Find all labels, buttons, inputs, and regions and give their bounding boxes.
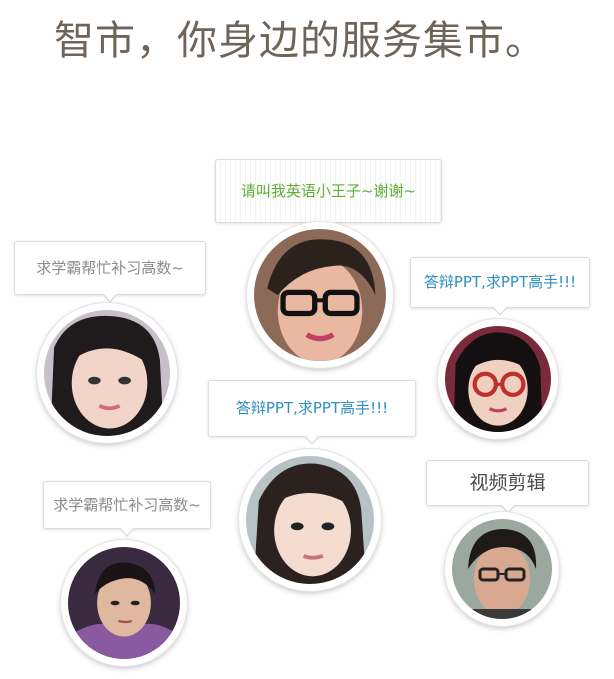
request-text: 答辩PPT,求PPT高手!!!	[423, 273, 577, 291]
page-headline: 智市，你身边的服务集市。	[54, 18, 546, 64]
female-avatar-icon	[246, 456, 374, 584]
male-avatar-icon	[68, 547, 180, 659]
request-text: 求学霸帮忙补习高数~	[53, 495, 201, 514]
request-bubble-english[interactable]: 请叫我英语小王子~谢谢~	[215, 159, 442, 231]
user-avatar-ppt-2[interactable]	[239, 449, 381, 591]
female-long-hair-avatar-icon	[44, 310, 170, 436]
request-bubble-ppt-2[interactable]: 答辩PPT,求PPT高手!!!	[208, 380, 416, 445]
request-text: 求学霸帮忙补习高数~	[36, 258, 184, 277]
request-text: 答辩PPT,求PPT高手!!!	[235, 399, 389, 417]
user-avatar-ppt-1[interactable]	[438, 319, 558, 439]
request-bubble-ppt-1[interactable]: 答辩PPT,求PPT高手!!!	[410, 257, 590, 316]
user-avatar-video[interactable]	[445, 512, 559, 626]
request-text: 视频剪辑	[469, 471, 546, 494]
request-bubble-math-2[interactable]: 求学霸帮忙补习高数~	[43, 481, 211, 537]
request-text: 请叫我英语小王子~谢谢~	[240, 181, 417, 200]
female-glasses-avatar-icon	[445, 326, 551, 432]
user-avatar-math-2[interactable]	[61, 540, 187, 666]
request-bubble-math-1[interactable]: 求学霸帮忙补习高数~	[14, 241, 206, 303]
user-avatar-math-1[interactable]	[37, 303, 177, 443]
male-glasses-avatar-icon	[254, 229, 386, 361]
request-bubble-video[interactable]: 视频剪辑	[426, 460, 589, 514]
male-glasses-avatar-icon	[452, 519, 552, 619]
user-avatar-english[interactable]	[247, 222, 393, 368]
